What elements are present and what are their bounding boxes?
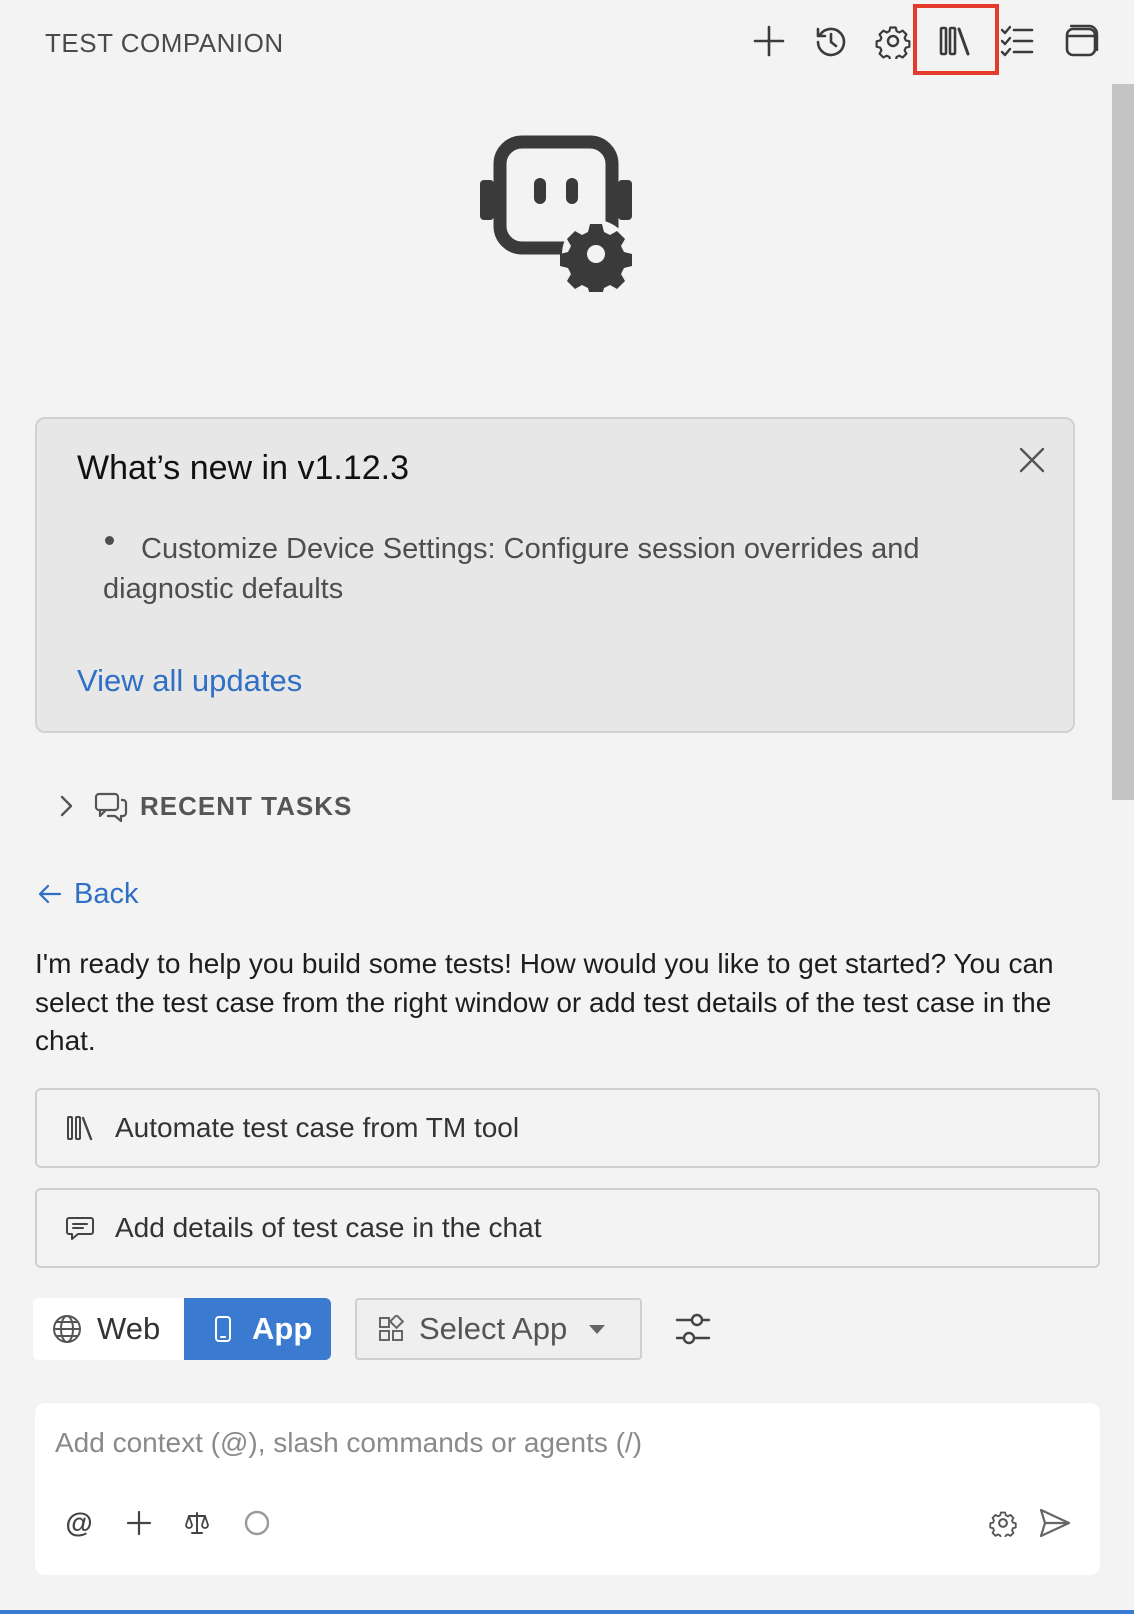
plus-icon: [753, 25, 785, 57]
new-task-button[interactable]: [746, 18, 792, 64]
close-button[interactable]: [1017, 445, 1047, 475]
arrow-left-icon: [38, 884, 62, 904]
compare-button[interactable]: [177, 1503, 217, 1543]
circle-icon: [244, 1510, 270, 1536]
web-mode-button[interactable]: Web: [33, 1298, 184, 1360]
recent-tasks-label: RECENT TASKS: [140, 790, 353, 821]
add-attachment-button[interactable]: [119, 1503, 159, 1543]
history-button[interactable]: [808, 18, 854, 64]
back-label: Back: [74, 877, 139, 910]
close-icon: [1019, 447, 1045, 473]
tasks-button[interactable]: [994, 18, 1040, 64]
chat-composer: @: [35, 1403, 1100, 1575]
scrollbar-thumb[interactable]: [1112, 84, 1134, 800]
globe-icon: [53, 1315, 81, 1343]
select-app-label: Select App: [419, 1311, 568, 1346]
at-icon: @: [65, 1507, 93, 1538]
history-icon: [816, 27, 846, 57]
app-title: TEST COMPANION: [45, 28, 284, 58]
platform-toggle: Web App: [33, 1298, 331, 1360]
gear-icon: [875, 26, 911, 59]
news-item: Customize Device Settings: Configure ses…: [103, 529, 1023, 609]
scale-icon: [185, 1512, 209, 1534]
option-label: Add details of test case in the chat: [115, 1212, 542, 1243]
panel-button[interactable]: [1058, 18, 1104, 64]
chat-input[interactable]: [55, 1417, 1075, 1469]
library-icon: [67, 1116, 93, 1141]
web-mode-label: Web: [97, 1311, 161, 1346]
library-icon: [939, 26, 970, 56]
whats-new-card: What’s new in v1.12.3 Customize Device S…: [35, 417, 1075, 733]
sliders-icon: [675, 1313, 711, 1345]
send-icon: [1039, 1508, 1071, 1538]
status-indicator[interactable]: [237, 1503, 277, 1543]
select-app-dropdown[interactable]: Select App: [355, 1298, 642, 1360]
caret-down-icon: [589, 1325, 606, 1334]
checklist-icon: [1000, 25, 1034, 57]
header-bar: TEST COMPANION: [0, 0, 1134, 84]
intro-message: I'm ready to help you build some tests! …: [35, 948, 1054, 1056]
bottom-accent-line: [0, 1610, 1134, 1614]
recent-tasks-toggle[interactable]: RECENT TASKS: [52, 788, 352, 824]
view-all-updates-link[interactable]: View all updates: [77, 663, 302, 699]
chevron-right-icon: [60, 795, 73, 817]
bot-logo-icon: [480, 135, 632, 292]
apps-icon: [379, 1315, 405, 1341]
back-link[interactable]: Back: [36, 876, 138, 912]
send-button[interactable]: [1035, 1503, 1075, 1543]
mention-button[interactable]: @: [59, 1503, 99, 1543]
plus-icon: [126, 1510, 152, 1536]
filter-settings-button[interactable]: [670, 1306, 716, 1352]
gear-icon: [989, 1511, 1017, 1537]
mobile-phone-icon: [215, 1316, 231, 1342]
chat-bubbles-icon: [94, 792, 128, 823]
whats-new-title: What’s new in v1.12.3: [77, 449, 409, 487]
chat-icon: [66, 1217, 94, 1240]
settings-button[interactable]: [870, 18, 916, 64]
app-mode-button[interactable]: App: [184, 1298, 331, 1360]
automate-from-tm-button[interactable]: Automate test case from TM tool: [35, 1088, 1100, 1168]
add-details-in-chat-button[interactable]: Add details of test case in the chat: [35, 1188, 1100, 1268]
option-label: Automate test case from TM tool: [115, 1112, 520, 1143]
panel-icon: [1065, 24, 1099, 57]
news-item-text: Customize Device Settings: Configure ses…: [103, 533, 920, 605]
app-mode-label: App: [252, 1311, 313, 1346]
composer-settings-button[interactable]: [983, 1503, 1023, 1543]
test-management-button[interactable]: [932, 18, 978, 64]
